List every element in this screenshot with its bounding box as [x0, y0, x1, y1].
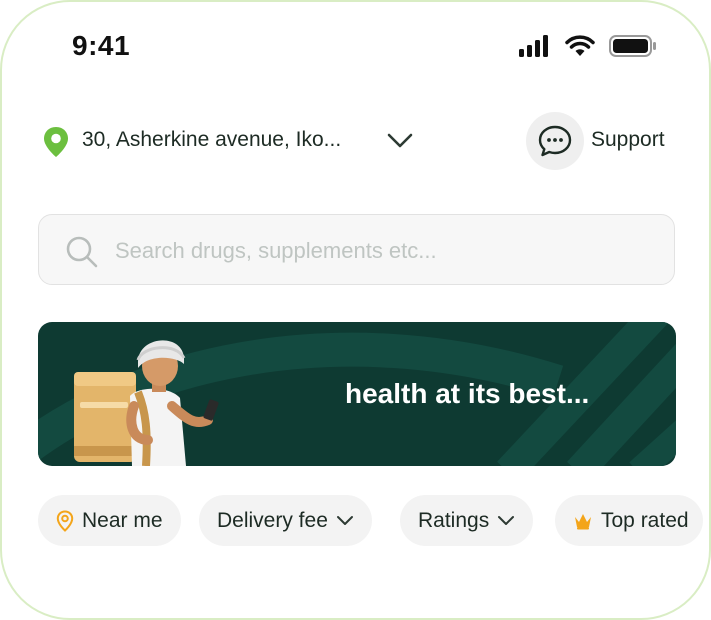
- search-bar[interactable]: [38, 214, 675, 285]
- filter-chip-ratings[interactable]: Ratings: [400, 495, 534, 546]
- filter-label: Near me: [82, 508, 163, 532]
- location-pin-icon: [44, 127, 68, 157]
- wifi-icon: [565, 35, 595, 56]
- filter-chip-near-me[interactable]: Near me: [38, 495, 181, 546]
- filter-chip-delivery-fee[interactable]: Delivery fee: [199, 495, 372, 546]
- delivery-address[interactable]: 30, Asherkine avenue, Iko...: [82, 128, 341, 152]
- status-icons: [519, 35, 657, 57]
- battery-icon: [609, 35, 656, 57]
- chevron-down-icon[interactable]: [386, 132, 414, 150]
- filter-label: Delivery fee: [217, 508, 328, 532]
- chat-bubble-icon: [538, 125, 572, 157]
- filter-chip-top-rated[interactable]: Top rated: [555, 495, 703, 546]
- phone-frame: 9:41 30, Asherkine avenue, Iko... Suppor…: [0, 0, 711, 620]
- banner-tagline: health at its best...: [345, 378, 590, 409]
- chevron-down-icon: [498, 515, 515, 525]
- delivery-rider-illustration: [74, 340, 219, 466]
- support-button[interactable]: [526, 112, 584, 170]
- support-label[interactable]: Support: [591, 128, 665, 152]
- promo-banner[interactable]: health at its best...: [38, 322, 676, 466]
- filter-label: Ratings: [418, 508, 490, 532]
- crown-icon: [575, 513, 591, 529]
- search-input[interactable]: [113, 233, 647, 269]
- location-pin-icon: [56, 509, 74, 532]
- status-time: 9:41: [72, 30, 131, 61]
- signal-icon: [519, 35, 548, 57]
- chevron-down-icon: [336, 515, 353, 525]
- search-icon: [66, 236, 98, 268]
- filter-label: Top rated: [601, 508, 689, 532]
